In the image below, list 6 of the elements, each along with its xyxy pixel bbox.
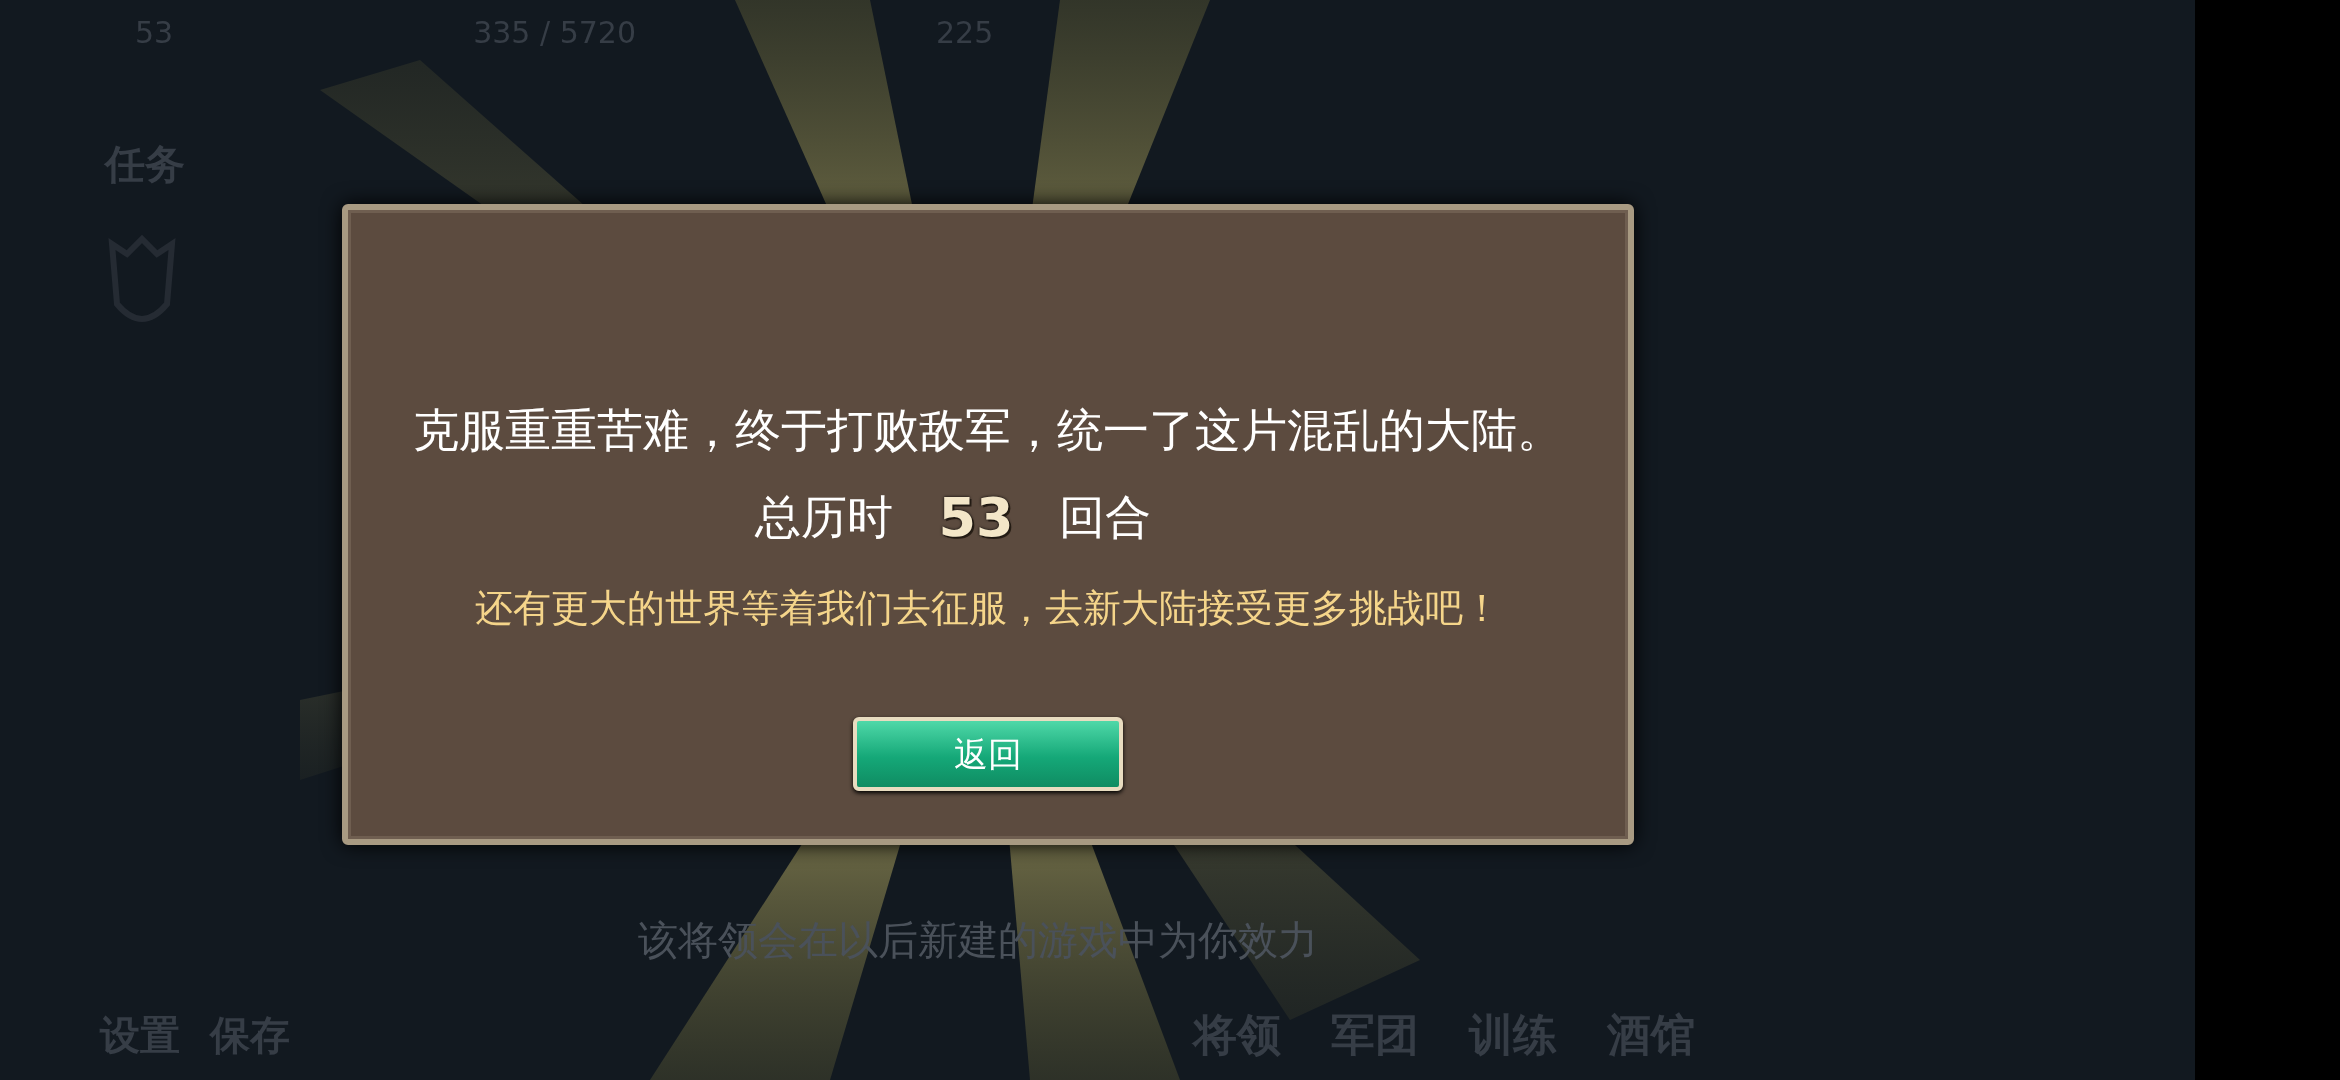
turns-count: 53 <box>938 485 1014 551</box>
turns-label: 总历时 <box>755 489 894 546</box>
return-button[interactable]: 返回 <box>853 717 1123 791</box>
victory-message: 克服重重苦难，终于打败敌军，统一了这片混乱的大陆。 <box>413 402 1563 459</box>
turns-unit: 回合 <box>1058 489 1151 546</box>
prompt-text: 还有更大的世界等着我们去征服，去新大陆接受更多挑战吧！ <box>475 585 1501 632</box>
